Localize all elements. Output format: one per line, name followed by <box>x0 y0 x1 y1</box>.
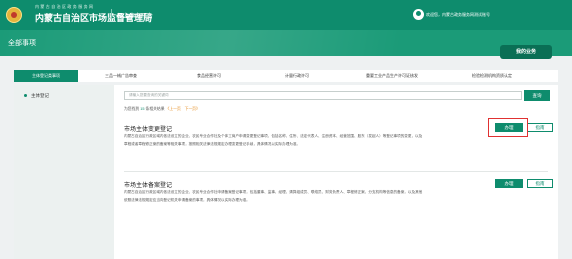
sidebar-item-entity-registration[interactable]: 主体登记 <box>24 93 49 99</box>
query-button[interactable]: 查询 <box>524 90 550 101</box>
handle-button-filing-registration[interactable]: 办理 <box>495 179 523 188</box>
sidebar-item-label: 主体登记 <box>31 93 49 98</box>
item-desc-change-registration: 内蒙古自治区行政区域内依法设立的企业、农民专业合作社及个体工商户申请变更登记事项… <box>124 134 423 146</box>
result-count: 15 <box>140 107 145 111</box>
portal-name: 网上申办平台 <box>117 14 154 20</box>
pager-links[interactable]: 《上一页 下一页》 <box>166 107 200 111</box>
tab-inspection-qualification[interactable]: 检验检测机构资质认定 <box>444 70 540 82</box>
tab-ad-review[interactable]: 三品一械广告审查 <box>78 70 164 82</box>
user-greeting[interactable]: 欢迎您，内蒙古政务服务网测试账号 <box>426 12 490 18</box>
result-summary: 为您找到 15 条相关结果 《上一页 下一页》 <box>124 107 200 112</box>
tab-industrial-license[interactable]: 重要工业产品生产许可证核发 <box>340 70 444 82</box>
item-desc-filing-registration: 内蒙古自治区行政区域内依法设立的企业、农民专业合作社申请备案登记事项，包括董事、… <box>124 190 423 202</box>
guide-button-filing-registration[interactable]: 指南 <box>527 179 553 188</box>
tab-entity-registration[interactable]: 主体登记类事项 <box>14 70 78 82</box>
sidebar: 主体登记 <box>14 85 114 259</box>
section-title: 全部事项 <box>8 40 36 47</box>
national-emblem-icon <box>6 7 22 23</box>
result-prefix: 为您找到 <box>124 107 140 111</box>
guide-button-change-registration[interactable]: 指南 <box>527 123 553 132</box>
header-divider <box>111 9 112 21</box>
user-avatar-icon[interactable] <box>413 9 424 20</box>
item-divider <box>124 171 548 172</box>
top-header: 内蒙古自治区政务服务网 内蒙古自治区市场监督管理局 网上申办平台 欢迎您，内蒙古… <box>0 0 572 30</box>
tab-food-license[interactable]: 食品经营许可 <box>164 70 254 82</box>
section-banner: 全部事项 <box>0 30 572 56</box>
tab-metrology-license[interactable]: 计量行政许可 <box>254 70 340 82</box>
my-business-button[interactable]: 我的业务 <box>500 45 552 59</box>
result-suffix: 条相关结果 <box>145 107 165 111</box>
bullet-dot-icon <box>24 94 27 98</box>
search-input[interactable]: 请输入您要查询的关键词 <box>124 91 522 100</box>
category-tabs: 主体登记类事项 三品一械广告审查 食品经营许可 计量行政许可 重要工业产品生产许… <box>14 70 558 82</box>
highlight-box <box>488 118 528 137</box>
org-subtitle: 内蒙古自治区政务服务网 <box>35 4 95 9</box>
